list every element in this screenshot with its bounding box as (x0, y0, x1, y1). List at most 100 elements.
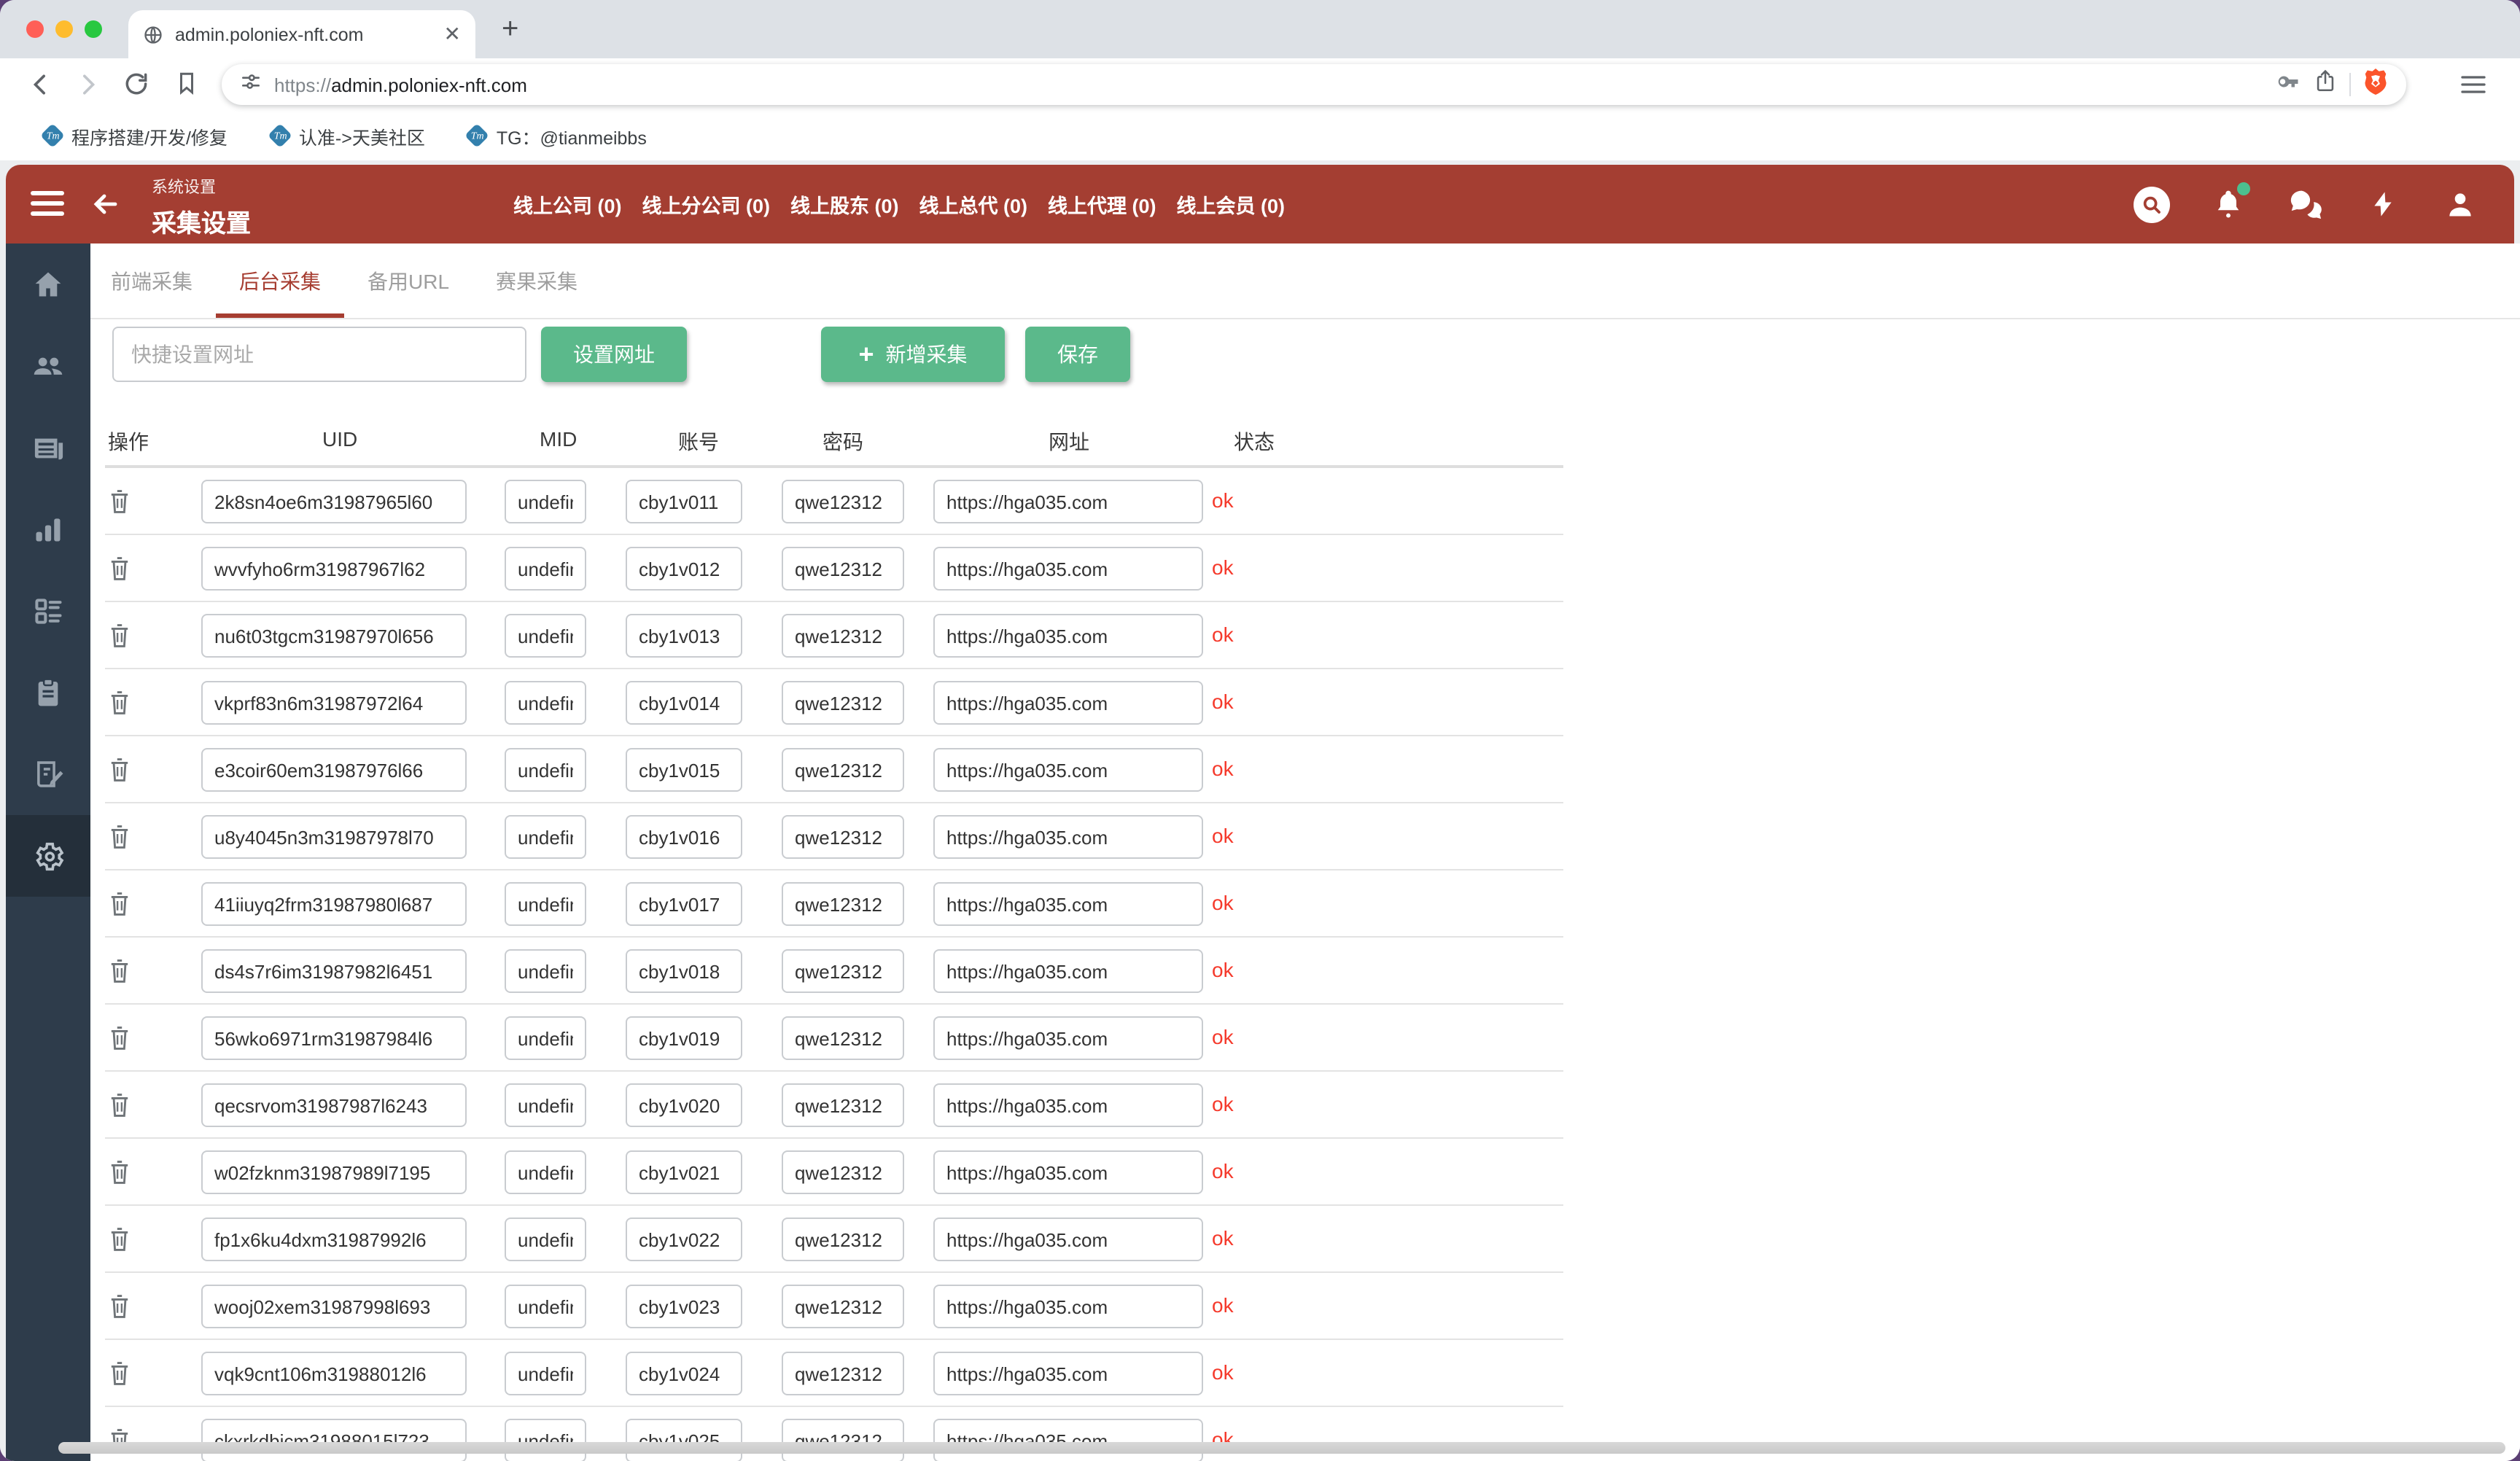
horizontal-scrollbar[interactable] (58, 1442, 2505, 1454)
browser-tab[interactable]: admin.poloniex-nft.com ✕ (128, 10, 475, 58)
bookmark-icon[interactable] (174, 70, 200, 104)
back-icon[interactable] (26, 70, 55, 106)
uid-input[interactable] (201, 480, 467, 523)
add-collection-button[interactable]: +新增采集 (821, 327, 1005, 382)
password-input[interactable] (782, 547, 904, 591)
mid-input[interactable] (505, 1150, 586, 1194)
collection-tab[interactable]: 赛果采集 (496, 244, 578, 318)
header-nav-item[interactable]: 线上会员 (0) (1177, 190, 1286, 219)
url-input[interactable] (933, 480, 1203, 523)
url-input[interactable] (933, 1083, 1203, 1127)
quick-url-input[interactable] (112, 327, 526, 382)
mid-input[interactable] (505, 1285, 586, 1328)
delete-row-icon[interactable] (108, 822, 131, 859)
mid-input[interactable] (505, 1083, 586, 1127)
password-input[interactable] (782, 1083, 904, 1127)
uid-input[interactable] (201, 547, 467, 591)
account-input[interactable] (626, 748, 742, 792)
new-tab-button[interactable]: + (502, 13, 518, 47)
save-button[interactable]: 保存 (1025, 327, 1130, 382)
uid-input[interactable] (201, 882, 467, 926)
mid-input[interactable] (505, 1016, 586, 1060)
password-input[interactable] (782, 480, 904, 523)
password-input[interactable] (782, 1352, 904, 1395)
mid-input[interactable] (505, 480, 586, 523)
header-nav-item[interactable]: 线上总代 (0) (919, 190, 1028, 219)
mid-input[interactable] (505, 815, 586, 859)
uid-input[interactable] (201, 1352, 467, 1395)
uid-input[interactable] (201, 748, 467, 792)
account-input[interactable] (626, 949, 742, 993)
url-input[interactable] (933, 1016, 1203, 1060)
site-settings-icon[interactable] (239, 69, 262, 100)
collection-tab[interactable]: 备用URL (368, 244, 449, 318)
uid-input[interactable] (201, 815, 467, 859)
url-input[interactable] (933, 748, 1203, 792)
mid-input[interactable] (505, 681, 586, 725)
sidebar-item-home[interactable] (6, 244, 90, 325)
browser-menu-icon[interactable] (2459, 71, 2488, 105)
url-input[interactable] (933, 1352, 1203, 1395)
account-input[interactable] (626, 1419, 742, 1461)
forward-icon[interactable] (73, 70, 102, 106)
uid-input[interactable] (201, 1419, 467, 1461)
search-icon[interactable] (2132, 185, 2170, 223)
account-input[interactable] (626, 681, 742, 725)
header-nav-item[interactable]: 线上股东 (0) (790, 190, 899, 219)
uid-input[interactable] (201, 1218, 467, 1261)
password-input[interactable] (782, 614, 904, 658)
menu-toggle-icon[interactable] (31, 191, 64, 216)
url-input[interactable] (933, 949, 1203, 993)
delete-row-icon[interactable] (108, 1091, 131, 1127)
header-nav-item[interactable]: 线上代理 (0) (1048, 190, 1156, 219)
delete-row-icon[interactable] (108, 957, 131, 993)
delete-row-icon[interactable] (108, 755, 131, 792)
collection-tab[interactable]: 后台采集 (239, 244, 321, 318)
password-input[interactable] (782, 1419, 904, 1461)
collection-tab[interactable]: 前端采集 (111, 244, 192, 318)
uid-input[interactable] (201, 614, 467, 658)
back-arrow-icon[interactable] (88, 187, 122, 229)
account-input[interactable] (626, 1352, 742, 1395)
uid-input[interactable] (201, 1285, 467, 1328)
password-input[interactable] (782, 1016, 904, 1060)
uid-input[interactable] (201, 681, 467, 725)
password-input[interactable] (782, 882, 904, 926)
uid-input[interactable] (201, 1083, 467, 1127)
close-window-button[interactable] (26, 20, 44, 38)
account-input[interactable] (626, 1285, 742, 1328)
set-url-button[interactable]: 设置网址 (541, 327, 687, 382)
bookmark-item[interactable]: Tm 认准->天美社区 (271, 122, 425, 149)
password-key-icon[interactable] (2275, 68, 2301, 101)
mid-input[interactable] (505, 547, 586, 591)
reload-icon[interactable] (122, 70, 150, 105)
account-input[interactable] (626, 815, 742, 859)
account-input[interactable] (626, 882, 742, 926)
account-input[interactable] (626, 1016, 742, 1060)
sidebar-item-stats[interactable] (6, 488, 90, 570)
user-profile-icon[interactable] (2441, 185, 2479, 223)
account-input[interactable] (626, 480, 742, 523)
account-input[interactable] (626, 1218, 742, 1261)
delete-row-icon[interactable] (108, 1359, 131, 1395)
sidebar-item-clipboard[interactable] (6, 652, 90, 733)
uid-input[interactable] (201, 949, 467, 993)
mid-input[interactable] (505, 1352, 586, 1395)
delete-row-icon[interactable] (108, 1292, 131, 1328)
password-input[interactable] (782, 748, 904, 792)
minimize-window-button[interactable] (55, 20, 73, 38)
password-input[interactable] (782, 815, 904, 859)
password-input[interactable] (782, 1218, 904, 1261)
url-input[interactable] (933, 1419, 1203, 1461)
notifications-bell-icon[interactable] (2209, 185, 2247, 223)
password-input[interactable] (782, 1285, 904, 1328)
url-input[interactable] (933, 1150, 1203, 1194)
mid-input[interactable] (505, 882, 586, 926)
brave-shield-icon[interactable] (2362, 66, 2389, 103)
address-bar[interactable]: https:// admin.poloniex-nft.com (222, 64, 2406, 105)
url-input[interactable] (933, 614, 1203, 658)
delete-row-icon[interactable] (108, 1158, 131, 1194)
delete-row-icon[interactable] (108, 889, 131, 926)
share-icon[interactable] (2313, 69, 2338, 101)
delete-row-icon[interactable] (108, 1024, 131, 1060)
